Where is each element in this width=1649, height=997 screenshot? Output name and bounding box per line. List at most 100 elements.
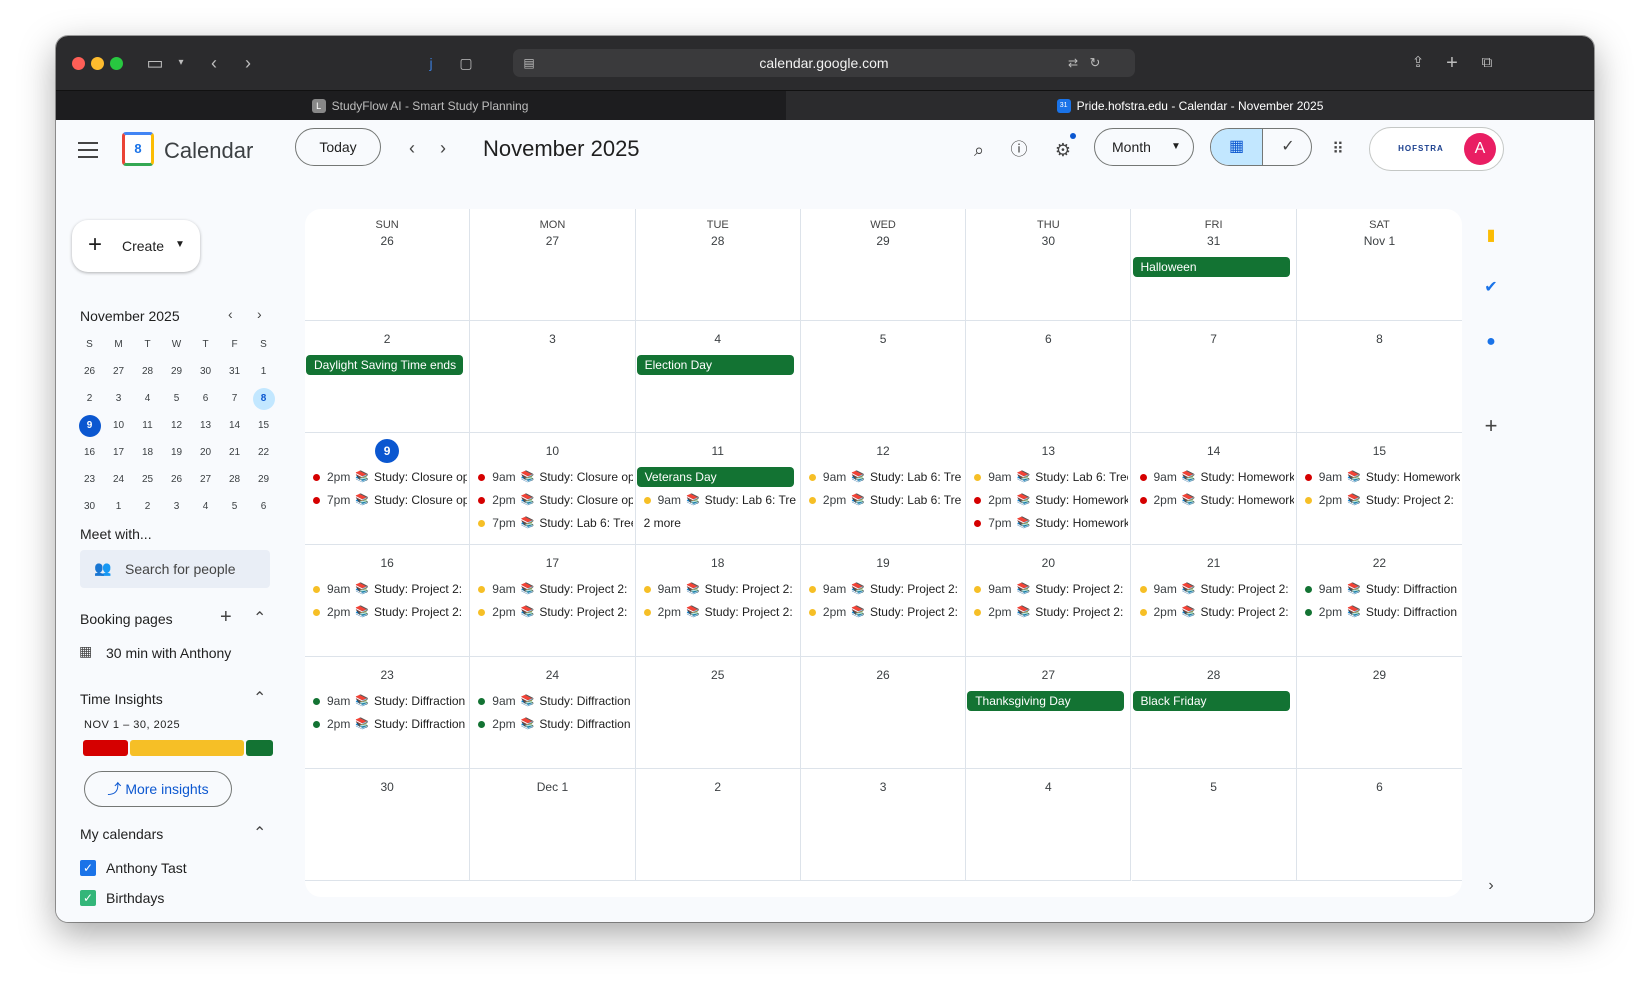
day-number[interactable]: 4 bbox=[966, 775, 1130, 799]
day-cell[interactable]: 4 bbox=[966, 769, 1132, 881]
day-number[interactable]: 25 bbox=[636, 663, 800, 687]
day-number[interactable]: 11 bbox=[636, 439, 800, 463]
day-number[interactable]: 2 bbox=[636, 775, 800, 799]
calendar-view-icon[interactable]: ▦ bbox=[1211, 129, 1262, 165]
mini-day[interactable]: 8 bbox=[249, 388, 278, 415]
day-number[interactable]: Nov 1 bbox=[1297, 229, 1462, 253]
day-number[interactable]: 14 bbox=[1132, 439, 1296, 463]
chevron-up-icon[interactable]: ⌃ bbox=[253, 688, 266, 708]
mini-day[interactable]: 18 bbox=[133, 442, 162, 469]
day-cell[interactable]: 23 9am 📚 Study: Diffraction 2pm 📚 Study: Diffr… bbox=[305, 657, 471, 769]
view-switcher[interactable]: Month ▼ bbox=[1094, 128, 1194, 166]
event-chip[interactable]: 7pm 📚 Study: Homework bbox=[974, 513, 1128, 533]
day-cell[interactable]: 6 bbox=[966, 321, 1132, 433]
event-chip[interactable]: 2pm 📚 Study: Project 2: bbox=[313, 602, 467, 622]
day-cell[interactable]: 28 Black Friday bbox=[1131, 657, 1297, 769]
day-number[interactable]: 3 bbox=[470, 327, 634, 351]
day-number[interactable]: 30 bbox=[966, 229, 1130, 253]
event-chip[interactable]: 2pm 📚 Study: Homework bbox=[974, 490, 1128, 510]
close-window-button[interactable] bbox=[72, 57, 85, 70]
share-icon[interactable]: ⇪ bbox=[1408, 52, 1428, 74]
booking-page-item[interactable]: 30 min with Anthony bbox=[106, 645, 231, 661]
mini-day[interactable]: 10 bbox=[104, 415, 133, 442]
reload-icon[interactable]: ↻ bbox=[1085, 52, 1105, 74]
reader-icon[interactable]: ▢ bbox=[456, 52, 476, 74]
mini-day[interactable]: 20 bbox=[191, 442, 220, 469]
help-icon[interactable]: ⓘ bbox=[1007, 138, 1031, 162]
search-icon[interactable]: ⌕ bbox=[967, 138, 991, 162]
expand-panel-icon[interactable]: › bbox=[1479, 874, 1503, 898]
all-day-event[interactable]: Black Friday bbox=[1132, 691, 1290, 711]
mini-day[interactable]: 5 bbox=[220, 496, 249, 523]
event-chip[interactable]: 9am 📚 Study: Homework bbox=[1139, 467, 1294, 487]
next-month-icon[interactable]: › bbox=[440, 138, 446, 159]
event-chip[interactable]: 2pm 📚 Study: Homework bbox=[1139, 490, 1294, 510]
mini-day[interactable]: 9 bbox=[75, 415, 104, 442]
event-chip[interactable]: 7pm 📚 Study: Lab 6: Tree bbox=[478, 513, 633, 533]
mini-day[interactable]: 27 bbox=[191, 469, 220, 496]
event-chip[interactable]: 2pm 📚 Study: Project 2: bbox=[1304, 490, 1460, 510]
day-cell[interactable]: 5 bbox=[1131, 769, 1297, 881]
day-number[interactable]: 5 bbox=[801, 327, 965, 351]
day-number[interactable]: 30 bbox=[305, 775, 469, 799]
all-day-event[interactable]: Election Day bbox=[636, 355, 794, 375]
mini-day[interactable]: 5 bbox=[162, 388, 191, 415]
event-chip[interactable]: 9am 📚 Study: Project 2: bbox=[478, 579, 632, 599]
event-chip[interactable]: 9am 📚 Study: Project 2: bbox=[313, 579, 467, 599]
zoom-window-button[interactable] bbox=[110, 57, 123, 70]
chevron-down-icon[interactable]: ▾ bbox=[174, 52, 188, 74]
day-number[interactable]: 7 bbox=[1132, 327, 1296, 351]
day-number[interactable]: 26 bbox=[801, 663, 965, 687]
event-chip[interactable]: 2pm 📚 Study: Diffraction bbox=[478, 714, 632, 734]
apps-grid-icon[interactable]: ⠿ bbox=[1326, 138, 1350, 162]
day-number[interactable]: 27 bbox=[470, 229, 634, 253]
mini-day[interactable]: 19 bbox=[162, 442, 191, 469]
day-number[interactable]: 5 bbox=[1132, 775, 1296, 799]
tasks-icon[interactable]: ✔ bbox=[1479, 276, 1503, 300]
back-icon[interactable]: ‹ bbox=[204, 52, 224, 74]
day-cell[interactable]: 14 9am 📚 Study: Homework 2pm 📚 Study: Homework bbox=[1131, 433, 1297, 545]
day-cell[interactable]: 18 9am 📚 Study: Project 2: 2pm 📚 Study: Projec… bbox=[635, 545, 801, 657]
mini-day[interactable]: 30 bbox=[75, 496, 104, 523]
mini-next-icon[interactable]: › bbox=[257, 306, 262, 322]
event-chip[interactable]: 9am 📚 Study: Project 2: bbox=[974, 579, 1128, 599]
main-menu-icon[interactable] bbox=[78, 142, 98, 158]
settings-gear-icon[interactable]: ⚙ bbox=[1051, 138, 1075, 162]
event-chip[interactable]: 7pm 📚 Study: Closure op bbox=[313, 490, 467, 510]
mini-day[interactable]: 27 bbox=[104, 361, 133, 388]
day-number[interactable]: 26 bbox=[305, 229, 469, 253]
mini-day[interactable]: 25 bbox=[133, 469, 162, 496]
all-day-event[interactable]: Halloween bbox=[1132, 257, 1290, 277]
event-chip[interactable]: 9am 📚 Study: Project 2: bbox=[808, 579, 963, 599]
day-cell[interactable]: 21 9am 📚 Study: Project 2: 2pm 📚 Study: Projec… bbox=[1131, 545, 1297, 657]
day-number[interactable]: 6 bbox=[966, 327, 1130, 351]
add-addon-icon[interactable]: + bbox=[1479, 414, 1503, 438]
day-number[interactable]: 23 bbox=[305, 663, 469, 687]
day-cell[interactable]: Dec 1 bbox=[470, 769, 636, 881]
mini-day[interactable]: 6 bbox=[249, 496, 278, 523]
day-cell[interactable]: WED 29 bbox=[800, 209, 967, 321]
day-number[interactable]: 28 bbox=[636, 229, 800, 253]
day-number[interactable]: 31 bbox=[1132, 229, 1296, 253]
all-day-event[interactable]: Veterans Day bbox=[636, 467, 794, 487]
mini-day[interactable]: 1 bbox=[249, 361, 278, 388]
day-number[interactable]: 21 bbox=[1132, 551, 1296, 575]
event-chip[interactable]: 2pm 📚 Study: Project 2: bbox=[478, 602, 632, 622]
mini-day[interactable]: 31 bbox=[220, 361, 249, 388]
contacts-icon[interactable]: ● bbox=[1479, 330, 1503, 354]
event-chip[interactable]: 9am 📚 Study: Diffraction bbox=[313, 691, 467, 711]
search-people-input[interactable]: 👥 Search for people bbox=[80, 550, 270, 588]
mini-day[interactable]: 1 bbox=[104, 496, 133, 523]
checkbox-icon[interactable]: ✓ bbox=[80, 890, 96, 906]
day-number[interactable]: 19 bbox=[801, 551, 965, 575]
tab-overview-icon[interactable]: ⧉ bbox=[1476, 52, 1498, 74]
mini-day[interactable]: 22 bbox=[249, 442, 278, 469]
day-cell[interactable]: 7 bbox=[1131, 321, 1297, 433]
day-number[interactable]: Dec 1 bbox=[470, 775, 634, 799]
tab-studyflow[interactable]: L StudyFlow AI - Smart Study Planning bbox=[56, 91, 784, 121]
event-chip[interactable]: 9am 📚 Study: Diffraction bbox=[478, 691, 632, 711]
day-number[interactable]: 8 bbox=[1297, 327, 1462, 351]
add-booking-icon[interactable]: + bbox=[220, 606, 232, 629]
event-chip[interactable]: 9am 📚 Study: Homework bbox=[1304, 467, 1460, 487]
mini-day[interactable]: 6 bbox=[191, 388, 220, 415]
